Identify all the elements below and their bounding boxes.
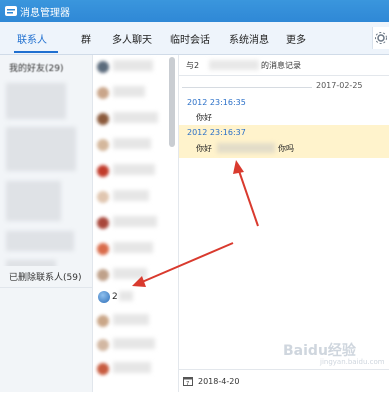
avatar xyxy=(97,139,109,151)
avatar xyxy=(97,269,109,281)
blurred-name xyxy=(113,338,155,349)
avatar xyxy=(97,363,109,375)
app-icon xyxy=(5,6,17,16)
avatar xyxy=(97,315,109,327)
chat-header-prefix: 与2 xyxy=(186,61,200,70)
window-title: 消息管理器 xyxy=(20,8,70,19)
tab-contacts[interactable]: 联系人 xyxy=(17,31,47,46)
group-deleted-contacts[interactable]: 已删除联系人(59) xyxy=(0,266,92,286)
blurred-group xyxy=(6,231,74,251)
tab-bar: 联系人 群 多人聊天 临时会话 系统消息 更多 xyxy=(0,22,389,55)
group-my-friends[interactable]: 我的好友(29) xyxy=(0,57,92,77)
footer-date: 2018-4-20 xyxy=(198,377,240,386)
blurred-name xyxy=(113,268,147,279)
gear-icon xyxy=(375,32,387,44)
active-tab-indicator xyxy=(14,51,58,53)
list-item[interactable] xyxy=(93,107,168,133)
selected-contact[interactable]: 2 xyxy=(93,285,168,311)
group-list: 我的好友(29) 已删除联系人(59) xyxy=(0,55,93,392)
group-label: 我的好友(29) xyxy=(9,64,64,74)
divider xyxy=(182,87,312,88)
avatar xyxy=(97,243,109,255)
chat-footer: 7 2018-4-20 xyxy=(179,369,389,393)
contact-name: 2 xyxy=(112,292,118,302)
blurred-name xyxy=(113,138,151,149)
avatar xyxy=(98,291,110,303)
list-item[interactable] xyxy=(93,159,168,185)
svg-text:7: 7 xyxy=(186,381,189,386)
message-text-end: 你吗 xyxy=(278,144,294,153)
message: 2012 23:16:35 你好 xyxy=(179,96,389,126)
list-item[interactable] xyxy=(93,81,168,107)
settings-button[interactable] xyxy=(372,27,389,49)
list-item[interactable] xyxy=(93,357,168,383)
avatar xyxy=(97,87,109,99)
date-separator: 2017-02-25 xyxy=(179,78,389,94)
blurred-group xyxy=(6,127,76,171)
blurred-name xyxy=(113,60,153,71)
blurred-name xyxy=(113,362,151,373)
avatar xyxy=(97,61,109,73)
tab-system-messages[interactable]: 系统消息 xyxy=(229,31,269,46)
blurred-name xyxy=(209,60,259,70)
list-item[interactable] xyxy=(93,309,168,335)
watermark-url: jingyan.baidu.com xyxy=(320,358,385,366)
message-time: 2012 23:16:37 xyxy=(187,128,246,137)
message-highlighted: 2012 23:16:37 你好 你吗 xyxy=(179,125,389,158)
tab-temp-session[interactable]: 临时会话 xyxy=(170,31,210,46)
blurred-name xyxy=(113,112,158,123)
avatar xyxy=(97,191,109,203)
contact-scrollbar[interactable] xyxy=(169,57,175,147)
watermark: Baidu经验 xyxy=(283,343,356,359)
avatar xyxy=(97,165,109,177)
blurred-name xyxy=(113,164,155,175)
message-text: 你好 xyxy=(196,113,212,122)
chat-header-suffix: 的消息记录 xyxy=(261,61,301,70)
blurred-name xyxy=(217,143,275,153)
blurred-name xyxy=(113,216,157,227)
avatar xyxy=(97,217,109,229)
blurred-group xyxy=(6,83,66,119)
message-text: 你好 xyxy=(196,144,212,153)
message-time: 2012 23:16:35 xyxy=(187,98,246,107)
blurred-name xyxy=(113,242,153,253)
date-label: 2017-02-25 xyxy=(316,81,363,90)
title-bar: 消息管理器 xyxy=(0,0,389,22)
blurred-name xyxy=(113,86,145,97)
list-item[interactable] xyxy=(93,333,168,359)
blurred-name xyxy=(113,314,149,325)
blurred-name xyxy=(119,291,133,301)
tab-groups[interactable]: 群 xyxy=(81,31,91,46)
avatar xyxy=(97,339,109,351)
contact-list: 2 xyxy=(93,55,177,392)
divider xyxy=(0,287,92,288)
tab-more[interactable]: 更多 xyxy=(286,31,306,46)
tab-multi-chat[interactable]: 多人聊天 xyxy=(112,31,152,46)
blurred-name xyxy=(113,190,149,201)
group-label: 已删除联系人(59) xyxy=(9,273,82,283)
calendar-icon[interactable]: 7 xyxy=(183,376,193,386)
list-item[interactable] xyxy=(93,185,168,211)
avatar xyxy=(97,113,109,125)
list-item[interactable] xyxy=(93,237,168,263)
list-item[interactable] xyxy=(93,55,168,81)
blurred-group xyxy=(6,181,61,221)
list-item[interactable] xyxy=(93,133,168,159)
list-item[interactable] xyxy=(93,211,168,237)
chat-header: 与2 的消息记录 xyxy=(179,55,389,76)
